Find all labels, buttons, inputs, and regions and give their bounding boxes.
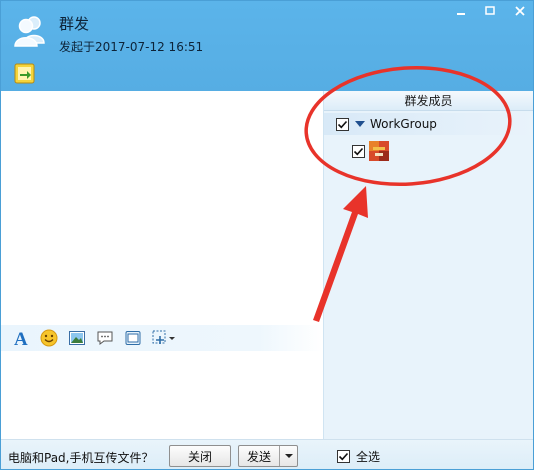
input-toolbar: A [1, 325, 323, 351]
message-display [1, 91, 323, 325]
chat-bubble-icon[interactable] [95, 328, 115, 348]
member-panel-title: 群发成员 [324, 91, 533, 111]
window-title: 群发 [59, 15, 90, 33]
expand-triangle-icon[interactable] [355, 121, 365, 127]
message-input[interactable] [1, 351, 323, 439]
member-avatar-icon [369, 141, 389, 161]
window-icon[interactable] [123, 328, 143, 348]
select-all[interactable]: 全选 [337, 448, 380, 465]
send-options-dropdown[interactable] [279, 446, 297, 466]
broadcast-window: 群发 发起于2017-07-12 16:51 A 群发成员 WorkGroup … [0, 0, 534, 470]
minimize-icon[interactable] [448, 1, 474, 21]
image-icon[interactable] [67, 328, 87, 348]
close-button[interactable]: 关闭 [169, 445, 231, 467]
font-icon[interactable]: A [11, 328, 31, 348]
file-transfer-icon[interactable] [13, 63, 37, 85]
group-checkbox[interactable] [336, 117, 349, 131]
screenshot-icon[interactable] [151, 328, 177, 348]
member-checkbox[interactable] [352, 144, 365, 158]
maximize-icon[interactable] [477, 1, 503, 21]
select-all-checkbox[interactable] [337, 450, 350, 463]
contacts-icon [13, 13, 47, 47]
group-label: WorkGroup [370, 117, 437, 131]
send-button-label: 发送 [247, 449, 272, 464]
member-panel: 群发成员 WorkGroup [323, 91, 533, 439]
chevron-down-icon [284, 454, 293, 458]
select-all-label: 全选 [356, 450, 381, 464]
send-button[interactable]: 发送 [238, 445, 298, 467]
svg-text:A: A [14, 329, 28, 347]
member-row[interactable] [324, 139, 533, 163]
start-time: 发起于2017-07-12 16:51 [59, 40, 204, 54]
header: 群发 发起于2017-07-12 16:51 [1, 1, 533, 91]
close-icon[interactable] [507, 1, 533, 21]
file-transfer-hint-link[interactable]: 电脑和Pad,手机互传文件？ [8, 449, 153, 466]
emoji-icon[interactable] [39, 328, 59, 348]
footer: 电脑和Pad,手机互传文件？ 关闭 发送 全选 [1, 439, 533, 469]
group-row[interactable]: WorkGroup [324, 113, 533, 135]
